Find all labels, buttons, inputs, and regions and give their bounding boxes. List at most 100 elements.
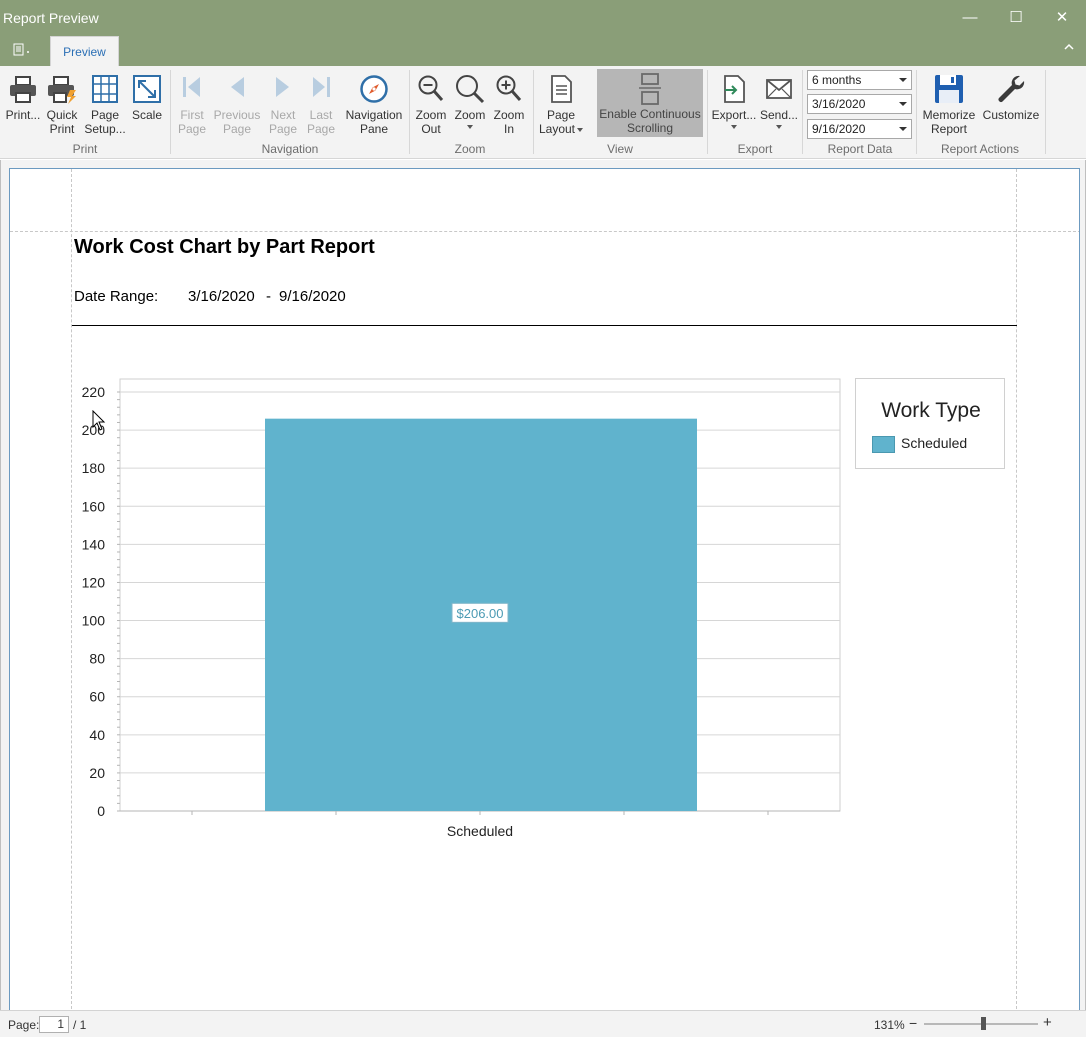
export-button[interactable]: Export... — [711, 70, 757, 129]
y-tick-label: 160 — [82, 498, 106, 514]
y-tick-label: 60 — [89, 689, 105, 705]
print-button[interactable]: Print... — [4, 70, 42, 122]
compass-icon — [343, 70, 405, 108]
chevron-down-icon — [899, 102, 907, 106]
chevron-down-icon — [776, 125, 782, 129]
continuous-scrolling-icon — [597, 69, 703, 107]
scale-label: Scale — [131, 108, 163, 122]
chevron-down-icon — [731, 125, 737, 129]
quick-print-button[interactable]: Quick Print — [43, 70, 81, 136]
data-label: $206.00 — [457, 606, 504, 621]
printer-icon — [4, 70, 42, 108]
customize-button[interactable]: Customize — [981, 70, 1041, 122]
y-tick-label: 40 — [89, 727, 105, 743]
zoom-in-label-2: In — [503, 122, 514, 136]
y-tick-label: 0 — [97, 803, 105, 819]
page-label: Page: — [8, 1018, 40, 1032]
page-layout-label-2: Layout — [538, 122, 576, 136]
zoom-dropdown-button[interactable]: Zoom — [451, 70, 489, 129]
tab-preview[interactable]: Preview — [50, 36, 119, 66]
last-page-button[interactable]: Last Page — [303, 70, 339, 136]
zoom-out-button[interactable]: Zoom Out — [412, 70, 450, 136]
close-button[interactable]: ✕ — [1042, 4, 1082, 32]
previous-page-label-2: Page — [222, 122, 252, 136]
app-menu-icon[interactable] — [10, 42, 38, 60]
continuous-scrolling-label-2: Scrolling — [626, 121, 674, 135]
previous-page-button[interactable]: Previous Page — [213, 70, 261, 136]
end-date-value: 9/16/2020 — [812, 122, 866, 136]
minimize-button[interactable]: — — [950, 4, 990, 32]
navigation-pane-button[interactable]: Navigation Pane — [343, 70, 405, 136]
send-button[interactable]: Send... — [759, 70, 799, 129]
navigation-pane-label-2: Pane — [359, 122, 389, 136]
zoom-out-label-2: Out — [421, 122, 441, 136]
y-tick-label: 180 — [82, 460, 106, 476]
next-page-label-1: Next — [270, 108, 296, 122]
last-page-label-1: Last — [309, 108, 333, 122]
quick-print-icon — [43, 70, 81, 108]
zoom-in-button[interactable]: Zoom In — [490, 70, 528, 136]
ribbon: Print... Quick Print Page Setup... Scale… — [0, 66, 1086, 159]
window-title: Report Preview — [3, 10, 99, 26]
floppy-disk-icon — [920, 70, 978, 108]
x-category-label: Scheduled — [447, 823, 513, 839]
y-tick-label: 120 — [82, 574, 106, 590]
legend-title: Work Type — [881, 399, 981, 422]
period-select[interactable]: 6 months — [807, 70, 912, 90]
mouse-pointer-icon — [92, 410, 106, 431]
page-layout-icon — [536, 70, 586, 108]
previous-page-label-1: Previous — [213, 108, 261, 122]
memorize-label-2: Report — [930, 122, 968, 136]
report-page: Work Cost Chart by Part Report Date Rang… — [9, 168, 1080, 1018]
navigation-pane-label-1: Navigation — [345, 108, 403, 122]
zoom-in-icon — [490, 70, 528, 108]
next-page-label-2: Page — [268, 122, 298, 136]
separator — [707, 70, 708, 154]
end-date-select[interactable]: 9/16/2020 — [807, 119, 912, 139]
status-bar: Page: 1 / 1 131% − + — [0, 1010, 1086, 1037]
document-area[interactable]: Work Cost Chart by Part Report Date Rang… — [0, 160, 1086, 1018]
page-setup-label-2: Setup... — [84, 122, 126, 136]
ribbon-tab-bar: Preview — [0, 36, 1086, 66]
zoom-slider-thumb[interactable] — [981, 1017, 987, 1030]
separator — [170, 70, 171, 154]
bar-chart: 020406080100120140160180200220$206.00Sch… — [82, 378, 841, 839]
next-page-icon — [264, 70, 302, 108]
memorize-report-button[interactable]: Memorize Report — [920, 70, 978, 136]
zoom-in-label-1: Zoom — [493, 108, 525, 122]
scale-button[interactable]: Scale — [128, 70, 166, 122]
last-page-label-2: Page — [306, 122, 336, 136]
zoom-minus-button[interactable]: − — [909, 1015, 917, 1031]
previous-page-icon — [213, 70, 261, 108]
next-page-button[interactable]: Next Page — [264, 70, 302, 136]
separator — [802, 70, 803, 154]
start-date-select[interactable]: 3/16/2020 — [807, 94, 912, 114]
first-page-button[interactable]: First Page — [174, 70, 210, 136]
page-number-input[interactable]: 1 — [39, 1016, 69, 1033]
maximize-button[interactable]: ☐ — [996, 4, 1036, 32]
page-setup-button[interactable]: Page Setup... — [83, 70, 127, 136]
print-group-label: Print — [72, 142, 98, 156]
export-icon — [711, 70, 757, 108]
magnifier-icon — [451, 70, 489, 108]
start-date-value: 3/16/2020 — [812, 97, 866, 111]
chart-legend: Work Type Scheduled — [855, 378, 1005, 469]
enable-continuous-scrolling-button[interactable]: Enable Continuous Scrolling — [597, 69, 703, 137]
zoom-plus-button[interactable]: + — [1043, 1014, 1052, 1031]
zoom-label: Zoom — [454, 108, 486, 122]
quick-print-label-2: Print — [49, 122, 75, 136]
separator — [916, 70, 917, 154]
navigation-group-label: Navigation — [261, 142, 319, 156]
y-tick-label: 220 — [82, 384, 106, 400]
first-page-label-2: Page — [177, 122, 207, 136]
page-layout-button[interactable]: Page Layout — [536, 70, 586, 136]
y-tick-label: 100 — [82, 613, 106, 629]
separator — [533, 70, 534, 154]
view-group-label: View — [607, 142, 633, 156]
page-setup-label-1: Page — [90, 108, 120, 122]
separator — [409, 70, 410, 154]
period-value: 6 months — [812, 73, 862, 87]
collapse-ribbon-icon[interactable] — [1064, 42, 1074, 54]
chevron-down-icon — [899, 127, 907, 131]
print-label: Print... — [5, 108, 41, 122]
